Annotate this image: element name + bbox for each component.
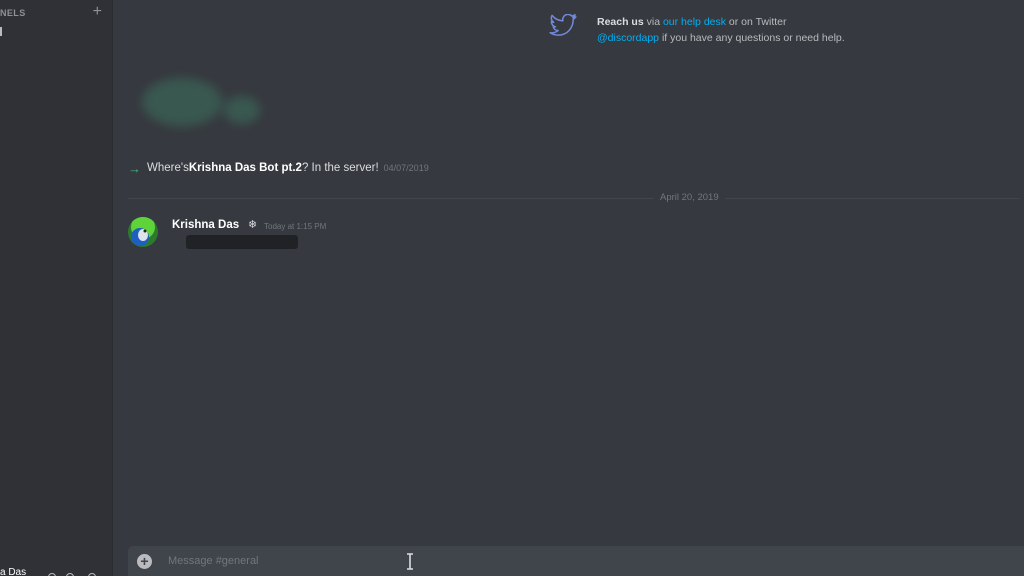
redacted-message-content [186, 235, 298, 249]
reach-help-text: if you have any questions or need help. [659, 32, 845, 44]
join-username[interactable]: Krishna Das Bot pt.2 [189, 162, 302, 174]
join-suffix: ? In the server! [301, 162, 379, 174]
discord-app: NELS + a Das Reach us via our help desk … [0, 0, 1024, 576]
channel-category-header[interactable]: NELS + [0, 4, 113, 20]
channel-item[interactable] [0, 27, 2, 36]
chat-area: Reach us via our help desk or on Twitter… [114, 0, 1024, 576]
help-desk-link[interactable]: our help desk [663, 16, 726, 28]
welcome-illustration [142, 78, 260, 126]
avatar[interactable] [128, 217, 158, 247]
message-timestamp: Today at 1:15 PM [264, 222, 327, 231]
add-channel-button[interactable]: + [93, 4, 102, 20]
twitter-handle-link[interactable]: @discordapp [597, 32, 659, 44]
message-group: Krishna Das ❄ Today at 1:15 PM [128, 217, 528, 257]
join-timestamp: 04/07/2019 [383, 163, 429, 173]
message-author[interactable]: Krishna Das [172, 219, 239, 231]
date-divider-label: April 20, 2019 [654, 191, 725, 205]
reach-twitter-text: or on Twitter [726, 16, 787, 28]
join-prefix: Where's [147, 162, 189, 174]
join-message: → Where's Krishna Das Bot pt.2 ? In the … [128, 160, 429, 176]
user-name[interactable]: a Das [0, 567, 26, 576]
date-divider-line [128, 198, 1020, 199]
snowflake-icon: ❄ [248, 219, 258, 231]
user-panel: a Das [0, 564, 113, 576]
join-arrow-icon: → [128, 160, 141, 176]
message-input[interactable] [168, 551, 968, 571]
reach-via-text: via [643, 16, 663, 28]
channel-category-label: NELS [0, 8, 26, 18]
text-cursor-icon [407, 553, 413, 570]
twitter-icon [549, 14, 577, 36]
help-notice-text: Reach us via our help desk or on Twitter… [597, 14, 897, 46]
message-composer: + [128, 546, 1024, 576]
attach-button[interactable]: + [137, 554, 152, 569]
reach-us-label: Reach us [597, 16, 644, 28]
channel-sidebar: NELS + a Das [0, 0, 113, 576]
